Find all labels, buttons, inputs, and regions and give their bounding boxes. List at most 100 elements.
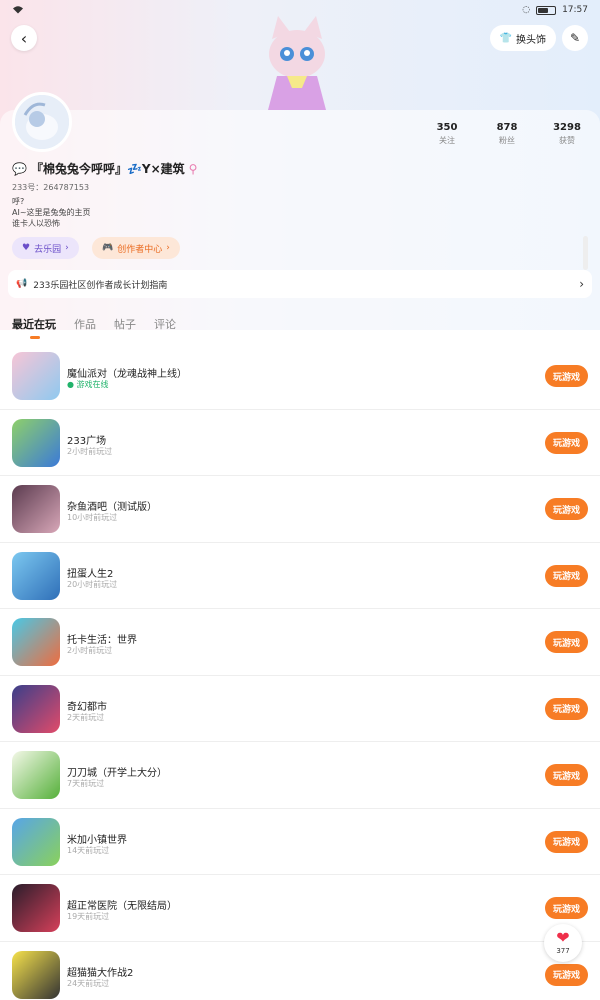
edit-icon: ✎ [569,31,581,45]
scrollbar[interactable] [583,236,588,270]
list-item[interactable]: 233广场 2小时前玩过 玩游戏 [0,410,600,476]
stat-value: 878 [496,122,518,133]
shirt-icon: 👕 [499,32,512,44]
profile-tabs: 最近在玩 作品 帖子 评论 [12,316,176,339]
megaphone-icon: 📢 [16,279,28,289]
list-item[interactable]: 扭蛋人生2 20小时前玩过 玩游戏 [0,543,600,609]
game-icon[interactable] [12,618,60,666]
clock: 17:57 [562,5,588,15]
list-item[interactable]: 托卡生活：世界 2小时前玩过 玩游戏 [0,609,600,676]
game-title: 杂鱼酒吧（测试版） [67,502,157,513]
profile-uid: 233号：264787153 [12,183,90,192]
play-game-button[interactable]: 玩游戏 [545,431,588,454]
game-subtitle: ● 游戏在线 [67,380,109,389]
play-game-button[interactable]: 玩游戏 [545,498,588,520]
stat-value: 3298 [553,122,581,133]
mute-icon: ◌ [522,5,531,15]
stat-likes[interactable]: 3298 获赞 [552,122,582,146]
play-game-button[interactable]: 玩游戏 [545,631,588,653]
stat-value: 350 [436,122,458,133]
game-icon[interactable] [12,352,60,400]
game-icon[interactable] [12,950,60,999]
game-subtitle: 2天前玩过 [67,712,105,722]
game-icon[interactable] [12,817,60,866]
game-title: 刀刀城（开学上大分） [67,768,167,779]
game-icon[interactable] [12,884,60,932]
game-icon[interactable] [12,418,60,467]
list-item[interactable]: 奇幻都市 2天前玩过 玩游戏 [0,676,600,742]
profile-bio: 呼? AI~这里是兔兔的主页 谁卡人以恐怖 [12,196,91,229]
game-subtitle: 20小时前玩过 [67,579,118,589]
bio-line: AI~这里是兔兔的主页 [12,208,91,217]
like-button[interactable]: ❤ 377 [544,924,582,962]
game-subtitle: 10小时前玩过 [67,513,118,522]
game-title: 233广场 [67,435,107,447]
gamepad-icon: 🎮 [102,243,114,253]
profile-name: 💬 『棉兔兔今呼呼』💤Y×建筑 ⚲ [12,160,197,177]
tab-recent[interactable]: 最近在玩 [12,316,56,339]
list-item[interactable]: 刀刀城（开学上大分） 7天前玩过 玩游戏 [0,742,600,809]
game-subtitle: 24天前玩过 [67,978,110,988]
play-game-button[interactable]: 玩游戏 [545,564,588,587]
edit-profile-button[interactable]: ✎ [562,25,588,51]
creator-center-button[interactable]: 🎮 创作者中心 › [92,237,180,259]
tab-posts[interactable]: 帖子 [114,316,136,332]
game-icon[interactable] [12,485,60,533]
tag-label: 创作者中心 [117,244,163,255]
list-item[interactable]: 超猫猫大作战2 24天前玩过 玩游戏 [0,942,600,1000]
play-game-button[interactable]: 玩游戏 [545,365,588,387]
game-icon[interactable] [12,684,60,733]
game-title: 超正常医院（无限结局） [67,901,177,912]
back-icon: ‹ [20,28,28,48]
tab-comments[interactable]: 评论 [154,316,176,332]
game-icon[interactable] [12,551,60,600]
stat-following[interactable]: 350 关注 [432,122,462,146]
play-game-button[interactable]: 玩游戏 [545,697,588,720]
heart-icon: ❤ [556,928,570,947]
game-title: 扭蛋人生2 [67,568,114,580]
heart-tag-icon: ♥ [22,243,31,253]
stat-label: 粉丝 [499,136,515,145]
avatar[interactable] [12,92,72,152]
game-title: 魔仙派对（龙魂战神上线） [67,369,187,380]
bio-line: 呼? [12,197,25,206]
list-item[interactable]: 米加小镇世界 14天前玩过 玩游戏 [0,809,600,875]
notice-text: 233乐园社区创作者成长计划指南 [33,280,168,291]
play-game-button[interactable]: 玩游戏 [545,830,588,853]
game-subtitle: 19天前玩过 [67,912,110,921]
game-list: 魔仙派对（龙魂战神上线） ● 游戏在线 玩游戏 233广场 2小时前玩过 玩游戏 杂鱼酒吧（… [0,343,600,1000]
gender-icon: ⚲ [188,161,198,176]
tab-works[interactable]: 作品 [74,316,96,332]
chevron-right-icon: › [65,243,69,253]
play-game-button[interactable]: 玩游戏 [545,897,588,919]
play-game-button[interactable]: 玩游戏 [545,963,588,986]
wifi-icon [12,5,24,17]
speech-bubble-icon: 💬 [12,161,27,176]
notice-banner[interactable]: 📢 233乐园社区创作者成长计划指南 › [8,270,592,298]
game-title: 米加小镇世界 [67,834,127,846]
change-headwear-label: 换头饰 [516,34,546,46]
stat-followers[interactable]: 878 粉丝 [492,122,522,146]
game-title: 托卡生活：世界 [67,635,137,646]
stat-label: 关注 [439,136,455,145]
game-subtitle: 7天前玩过 [67,779,105,788]
game-title: 超猫猫大作战2 [67,967,134,979]
change-headwear-button[interactable]: 👕 换头饰 [489,25,556,51]
game-subtitle: 14天前玩过 [67,845,110,855]
profile-stats: 350 关注 878 粉丝 3298 获赞 [432,122,582,146]
list-item[interactable]: 魔仙派对（龙魂战神上线） ● 游戏在线 玩游戏 [0,343,600,410]
mascot-image [268,16,326,110]
stat-label: 获赞 [559,136,575,145]
paradise-tag-button[interactable]: ♥ 去乐园 › [12,237,79,259]
profile-name-text: 『棉兔兔今呼呼』💤Y×建筑 [30,162,185,176]
game-subtitle: 2小时前玩过 [67,446,113,456]
chevron-right-icon: › [579,277,584,291]
list-item[interactable]: 杂鱼酒吧（测试版） 10小时前玩过 玩游戏 [0,476,600,543]
back-button[interactable]: ‹ [11,25,37,51]
list-item[interactable]: 超正常医院（无限结局） 19天前玩过 玩游戏 [0,875,600,942]
game-icon[interactable] [12,751,60,799]
tag-label: 去乐园 [34,244,62,255]
bio-line: 谁卡人以恐怖 [12,219,60,228]
play-game-button[interactable]: 玩游戏 [545,764,588,786]
game-subtitle: 2小时前玩过 [67,646,113,655]
